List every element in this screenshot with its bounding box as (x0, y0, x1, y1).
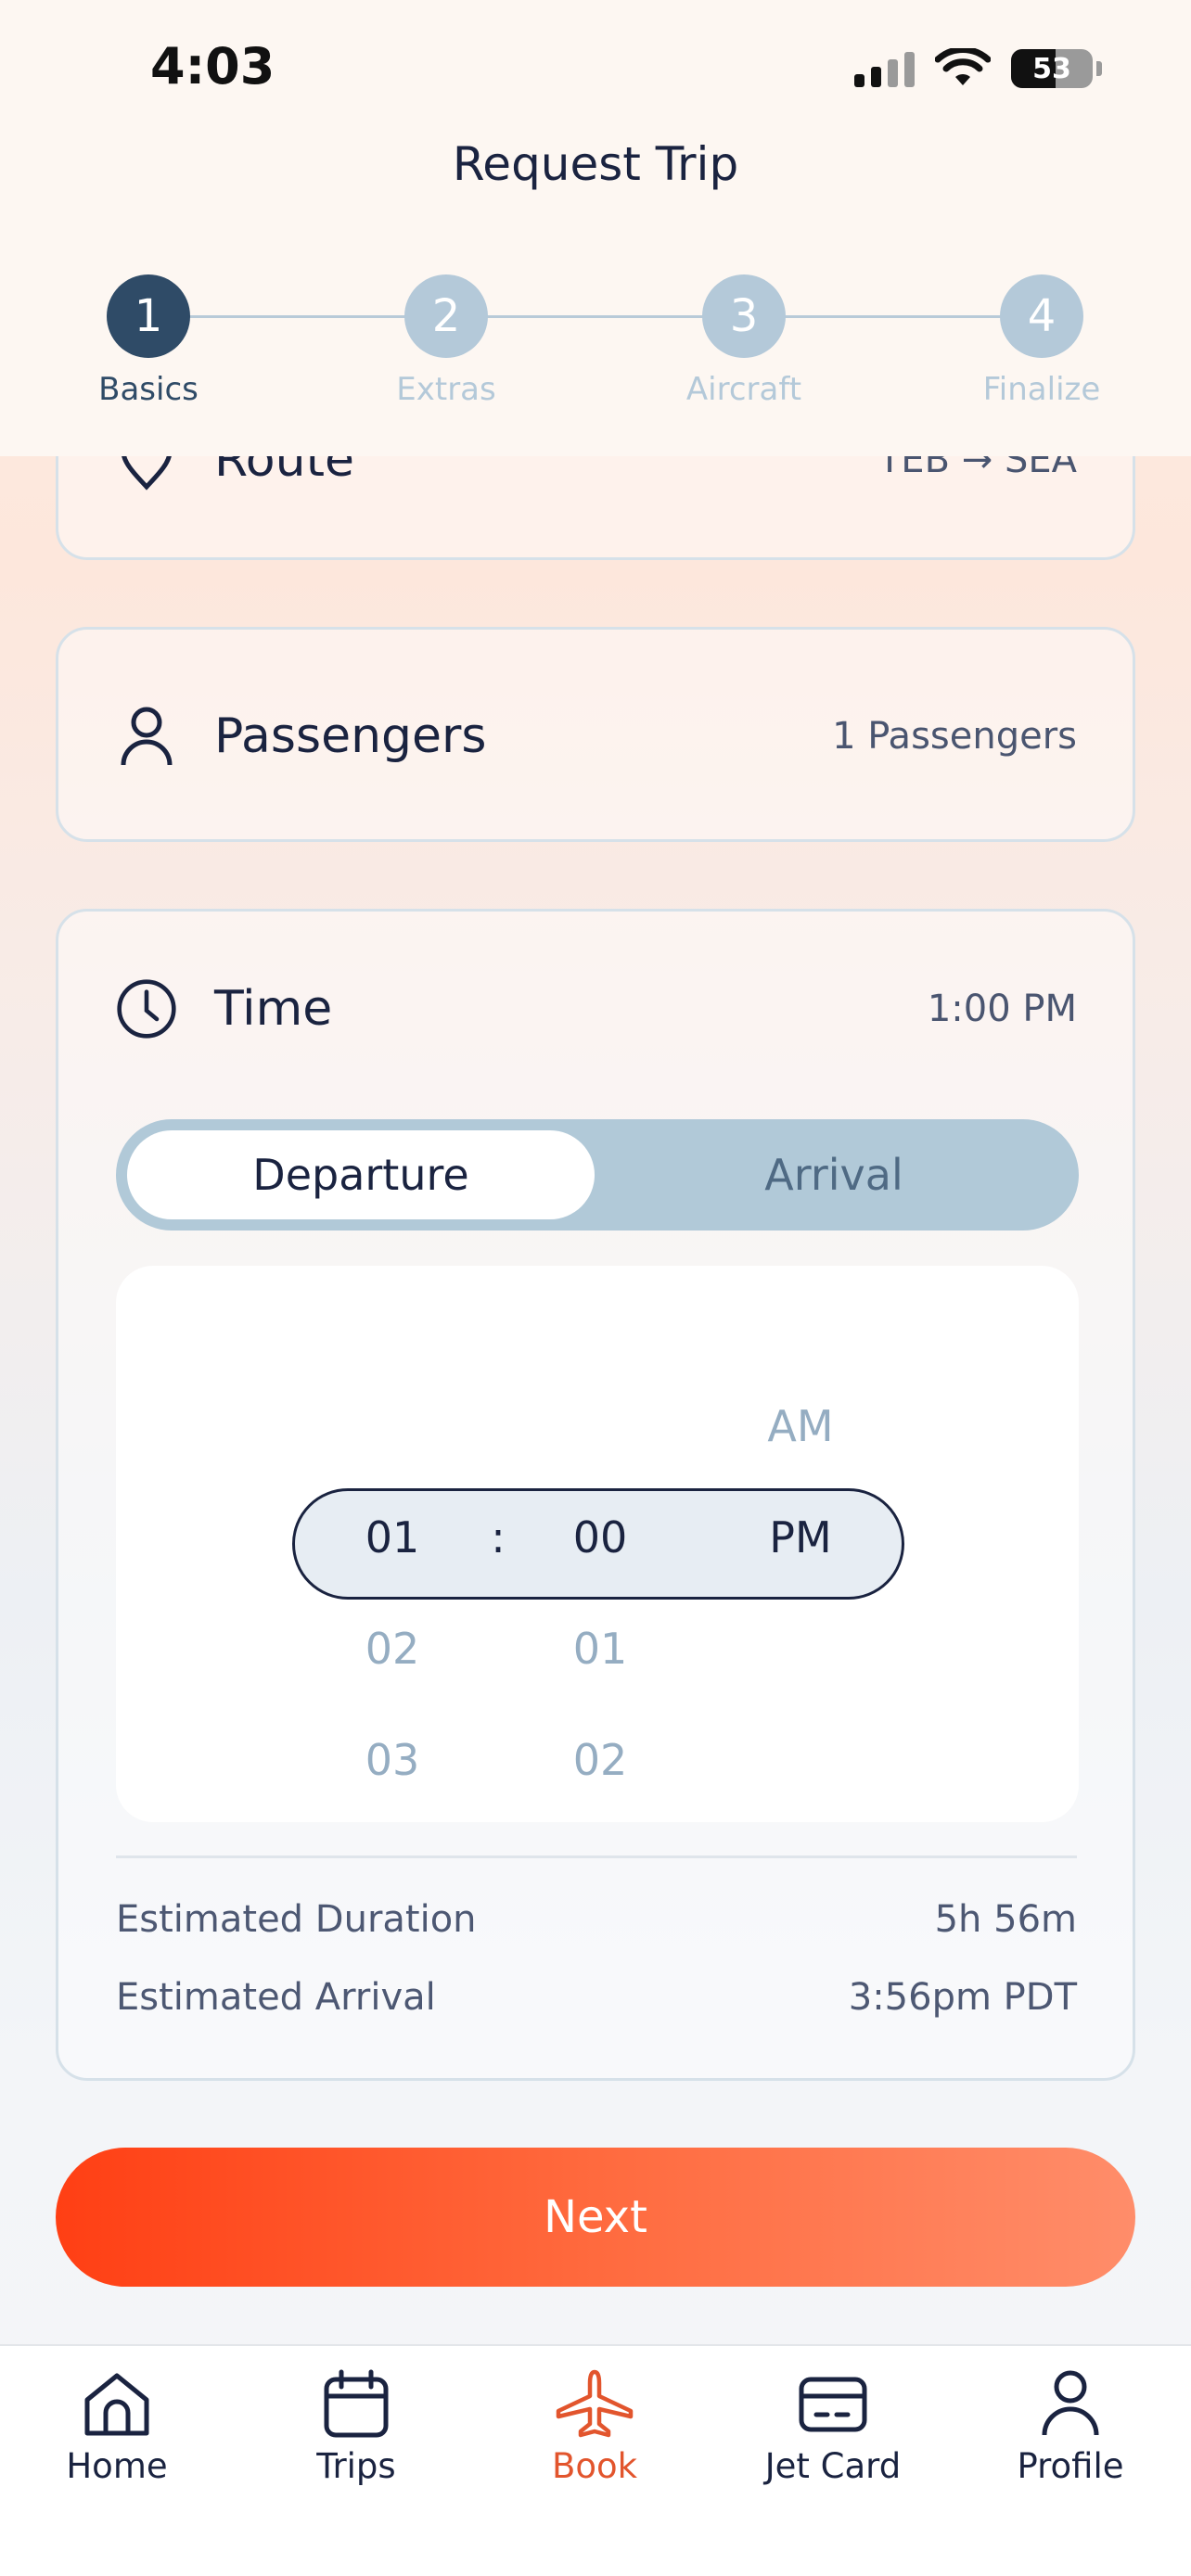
battery-icon: 53 (1011, 49, 1093, 88)
tab-label: Trips (316, 2446, 396, 2486)
next-button[interactable]: Next (56, 2148, 1135, 2287)
airplane-icon (556, 2369, 634, 2438)
status-bar: 4:03 53 (0, 0, 1191, 139)
tab-profile[interactable]: Profile (968, 2368, 1172, 2486)
estimated-duration-value: 5h 56m (934, 1898, 1077, 1941)
estimated-duration-row: Estimated Duration 5h 56m (116, 1898, 1077, 1941)
page-title: Request Trip (452, 137, 739, 191)
minute-selected[interactable]: 00 (526, 1512, 674, 1562)
passengers-value: 1 Passengers (832, 715, 1077, 758)
tab-label: Profile (1017, 2446, 1124, 2486)
hour-option[interactable]: 02 (318, 1624, 467, 1674)
tab-trips[interactable]: Trips (254, 2368, 458, 2486)
step-label: Basics (98, 371, 198, 408)
tab-bar: Home Trips Book Jet Card Profile (0, 2344, 1191, 2576)
step-aircraft[interactable]: 3 Aircraft (651, 274, 837, 408)
battery-tip (1096, 61, 1102, 76)
step-number: 4 (1000, 274, 1083, 358)
card-icon (799, 2377, 867, 2432)
time-value: 1:00 PM (927, 988, 1077, 1030)
step-extras[interactable]: 2 Extras (353, 274, 539, 408)
passengers-title: Passengers (214, 708, 487, 764)
person-icon (1042, 2370, 1099, 2436)
header: 4:03 53 Request Trip 1 Basics 2 Extras 3… (0, 0, 1191, 456)
divider (116, 1855, 1077, 1858)
arrival-tab[interactable]: Arrival (600, 1130, 1068, 1219)
calendar-icon (324, 2369, 389, 2438)
step-label: Finalize (982, 371, 1101, 408)
status-icons: 53 (854, 48, 1102, 89)
step-finalize[interactable]: 4 Finalize (949, 274, 1134, 408)
tab-jet-card[interactable]: Jet Card (731, 2368, 935, 2486)
signal-icon (854, 50, 915, 87)
tab-label: Home (66, 2446, 168, 2486)
stepper-line (148, 315, 1043, 318)
departure-arrival-toggle: Departure Arrival (116, 1119, 1079, 1231)
tab-label: Book (551, 2446, 638, 2486)
wifi-icon (935, 48, 991, 85)
status-time: 4:03 (150, 37, 275, 96)
step-number: 1 (107, 274, 190, 358)
step-number: 2 (404, 274, 488, 358)
time-title: Time (214, 981, 333, 1037)
tab-label: Jet Card (764, 2446, 902, 2486)
departure-tab[interactable]: Departure (127, 1130, 595, 1219)
estimated-arrival-row: Estimated Arrival 3:56pm PDT (116, 1976, 1077, 2019)
step-basics[interactable]: 1 Basics (56, 274, 241, 408)
minute-option[interactable]: 01 (526, 1624, 674, 1674)
stepper: 1 Basics 2 Extras 3 Aircraft 4 Finalize (0, 274, 1191, 408)
clock-icon (116, 978, 177, 1039)
time-card: Time 1:00 PM Departure Arrival AM 01 : 0… (56, 909, 1135, 2081)
period-selected[interactable]: PM (726, 1512, 875, 1562)
time-picker[interactable]: AM 01 : 00 PM 02 01 03 02 (116, 1266, 1079, 1822)
step-label: Extras (396, 371, 496, 408)
home-icon (84, 2373, 149, 2436)
period-option-am[interactable]: AM (726, 1401, 875, 1451)
tab-home[interactable]: Home (15, 2368, 219, 2486)
hour-option[interactable]: 03 (318, 1735, 467, 1785)
estimated-arrival-value: 3:56pm PDT (848, 1976, 1077, 2019)
person-icon (116, 706, 177, 767)
passengers-card[interactable]: Passengers 1 Passengers (56, 627, 1135, 842)
battery-level: 53 (1032, 52, 1071, 85)
tab-book[interactable]: Book (493, 2368, 697, 2486)
step-label: Aircraft (685, 371, 802, 408)
estimated-duration-label: Estimated Duration (116, 1898, 477, 1941)
minute-option[interactable]: 02 (526, 1735, 674, 1785)
step-number: 3 (702, 274, 786, 358)
estimated-arrival-label: Estimated Arrival (116, 1976, 436, 2019)
